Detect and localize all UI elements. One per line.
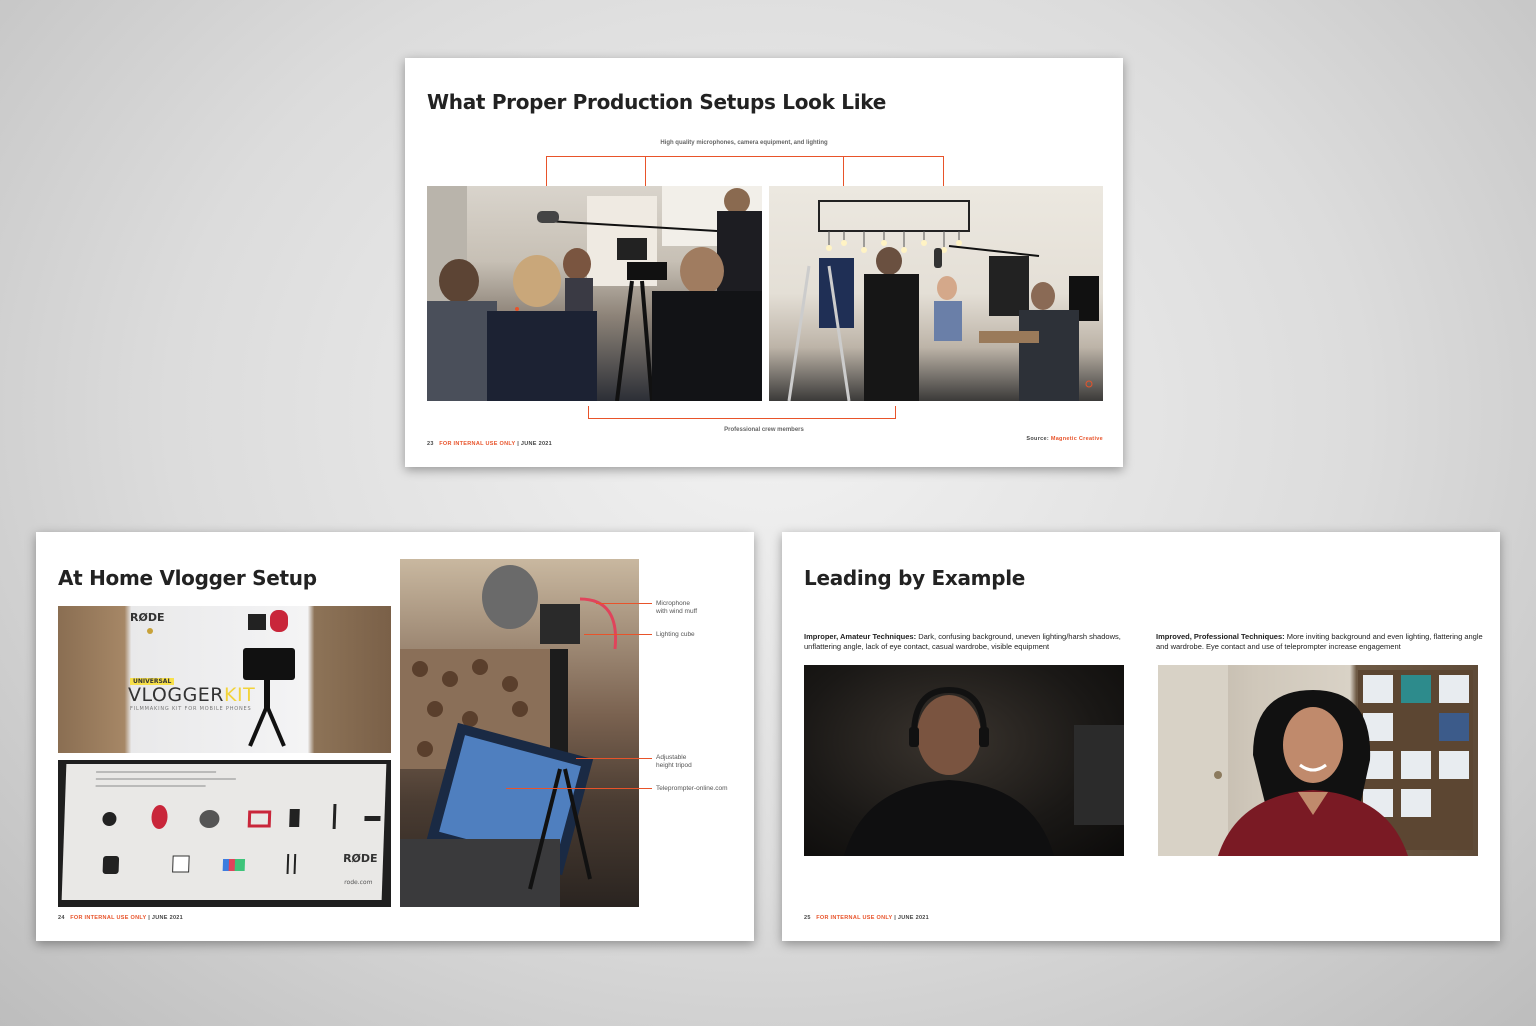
slide-footer: 24 FOR INTERNAL USE ONLY | JUNE 2021 — [58, 915, 183, 921]
slide-title: At Home Vlogger Setup — [58, 566, 317, 590]
footer-label: FOR INTERNAL USE ONLY — [439, 441, 516, 447]
callout-mic: Microphone with wind muff — [656, 600, 698, 615]
callout-line-light — [584, 634, 652, 635]
phone-rig-icon — [243, 610, 295, 747]
slide-footer: 25 FOR INTERNAL USE ONLY | JUNE 2021 — [804, 915, 929, 921]
amateur-example-photo — [804, 665, 1124, 856]
kitchen-set-photo — [769, 186, 1103, 401]
bracket-tick — [895, 406, 896, 418]
source-note: Source: Magnetic Creative — [1026, 436, 1103, 442]
professional-example-photo — [1158, 665, 1478, 856]
box-vlogger: VLOGGER — [128, 684, 225, 706]
box-url: rode.com — [344, 879, 373, 886]
page-number: 24 — [58, 915, 65, 921]
footer-date: | JUNE 2021 — [894, 915, 930, 921]
callout-line-tripod — [576, 758, 652, 759]
left-caption-heading: Improper, Amateur Techniques: — [804, 632, 917, 641]
box-back-panel: RØDE rode.com — [61, 764, 387, 900]
bracket-tick — [588, 406, 589, 418]
footer-date: | JUNE 2021 — [148, 915, 184, 921]
right-caption-heading: Improved, Professional Techniques: — [1156, 632, 1285, 641]
footer-label: FOR INTERNAL USE ONLY — [70, 915, 147, 921]
bottom-callout-label: Professional crew members — [724, 427, 804, 433]
brand-dot-icon — [147, 628, 153, 634]
left-caption: Improper, Amateur Techniques: Dark, conf… — [804, 632, 1134, 652]
box-back-brand: RØDE — [342, 852, 378, 865]
bottom-bracket-line — [588, 418, 896, 419]
slide-production-setups: What Proper Production Setups Look Like … — [405, 58, 1123, 467]
top-callout-label: High quality microphones, camera equipme… — [660, 140, 828, 146]
callout-line-teleprompter — [506, 788, 652, 789]
source-value: Magnetic Creative — [1050, 436, 1103, 442]
footer-date: | JUNE 2021 — [517, 441, 553, 447]
callout-teleprompter: Teleprompter-online.com — [656, 785, 728, 792]
slide-leading-by-example: Leading by Example Improper, Amateur Tec… — [782, 532, 1500, 941]
page-number: 25 — [804, 915, 811, 921]
callout-tripod: Adjustable height tripod — [656, 754, 692, 769]
kit-contents-photo: RØDE rode.com — [58, 760, 391, 907]
top-bracket-line — [546, 156, 944, 157]
vlogger-kit-box-photo: RØDE UNIVERSAL VLOGGERKIT FILMMAKING KIT… — [58, 606, 391, 753]
source-label: Source: — [1026, 436, 1049, 442]
right-caption: Improved, Professional Techniques: More … — [1156, 632, 1486, 652]
home-rig-photo — [400, 559, 639, 907]
callout-line-mic — [596, 603, 652, 604]
callout-light: Lighting cube — [656, 631, 695, 638]
slide-footer: 23 FOR INTERNAL USE ONLY | JUNE 2021 — [427, 441, 552, 447]
box-brand: RØDE — [130, 611, 165, 624]
footer-label: FOR INTERNAL USE ONLY — [816, 915, 893, 921]
crew-filming-photo — [427, 186, 762, 401]
slide-vlogger-setup: At Home Vlogger Setup RØDE UNIVERSAL VLO… — [36, 532, 754, 941]
slide-title: What Proper Production Setups Look Like — [427, 90, 886, 114]
slide-title: Leading by Example — [804, 566, 1026, 590]
page-number: 23 — [427, 441, 434, 447]
